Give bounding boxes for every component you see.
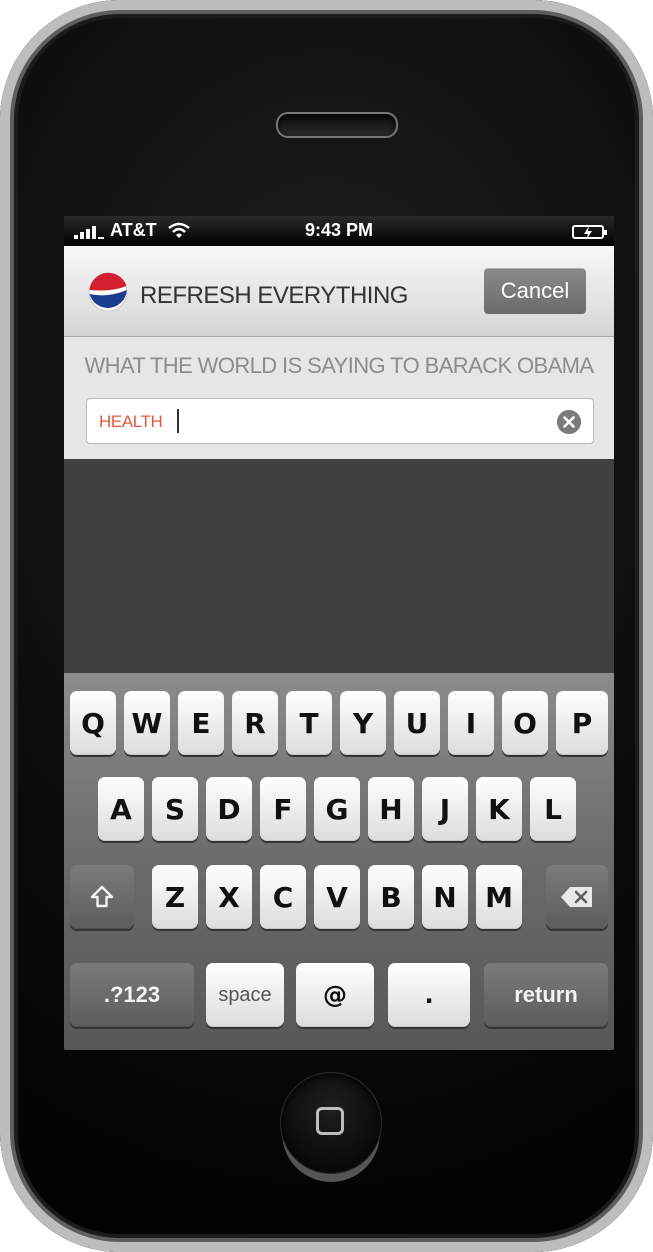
results-area (64, 459, 614, 673)
key-n[interactable]: N (422, 865, 468, 929)
brand-title: REFRESH EVERYTHING (140, 282, 408, 309)
status-bar: AT&T 9:43 PM (64, 216, 614, 246)
delete-key[interactable] (546, 865, 608, 929)
key-y[interactable]: Y (340, 691, 386, 755)
key-w[interactable]: W (124, 691, 170, 755)
key-c[interactable]: C (260, 865, 306, 929)
search-input-value: HEALTH (99, 412, 163, 431)
key-z[interactable]: Z (152, 865, 198, 929)
pepsi-logo-icon (88, 272, 128, 312)
key-e[interactable]: E (178, 691, 224, 755)
battery-charging-icon (572, 225, 607, 240)
key-a[interactable]: A (98, 777, 144, 841)
key-m[interactable]: M (476, 865, 522, 929)
screen: AT&T 9:43 PM REFRESH EVERYTHING Cancel W… (64, 216, 614, 1050)
shift-icon (90, 885, 114, 908)
key-g[interactable]: G (314, 777, 360, 841)
key-v[interactable]: V (314, 865, 360, 929)
key-h[interactable]: H (368, 777, 414, 841)
at-key[interactable]: @ (296, 963, 374, 1027)
key-x[interactable]: X (206, 865, 252, 929)
status-time: 9:43 PM (304, 220, 374, 240)
clear-icon[interactable] (557, 410, 581, 434)
home-square-icon (316, 1107, 344, 1135)
earpiece-speaker (276, 112, 398, 138)
key-r[interactable]: R (232, 691, 278, 755)
numbers-key[interactable]: .?123 (70, 963, 194, 1027)
search-section: WHAT THE WORLD IS SAYING TO BARACK OBAMA… (64, 337, 614, 459)
key-j[interactable]: J (422, 777, 468, 841)
key-d[interactable]: D (206, 777, 252, 841)
key-u[interactable]: U (394, 691, 440, 755)
key-f[interactable]: F (260, 777, 306, 841)
app-header: REFRESH EVERYTHING Cancel (64, 246, 614, 337)
backspace-icon (561, 887, 592, 907)
key-s[interactable]: S (152, 777, 198, 841)
key-q[interactable]: Q (70, 691, 116, 755)
search-input[interactable]: HEALTH (86, 398, 594, 444)
search-prompt: WHAT THE WORLD IS SAYING TO BARACK OBAMA (84, 353, 595, 378)
return-key[interactable]: return (484, 963, 608, 1027)
cancel-button[interactable]: Cancel (484, 268, 586, 314)
key-b[interactable]: B (368, 865, 414, 929)
shift-key[interactable] (70, 865, 134, 929)
iphone-frame: AT&T 9:43 PM REFRESH EVERYTHING Cancel W… (0, 0, 653, 1252)
key-o[interactable]: O (502, 691, 548, 755)
key-t[interactable]: T (286, 691, 332, 755)
space-key[interactable]: space (206, 963, 284, 1027)
key-p[interactable]: P (556, 691, 608, 755)
home-button[interactable] (280, 1072, 382, 1174)
key-k[interactable]: K (476, 777, 522, 841)
key-i[interactable]: I (448, 691, 494, 755)
period-key[interactable]: . (388, 963, 470, 1027)
keyboard: Q W E R T Y U I O P A S D F G H J K L Z … (64, 673, 614, 1050)
text-cursor (177, 409, 179, 433)
key-l[interactable]: L (530, 777, 576, 841)
